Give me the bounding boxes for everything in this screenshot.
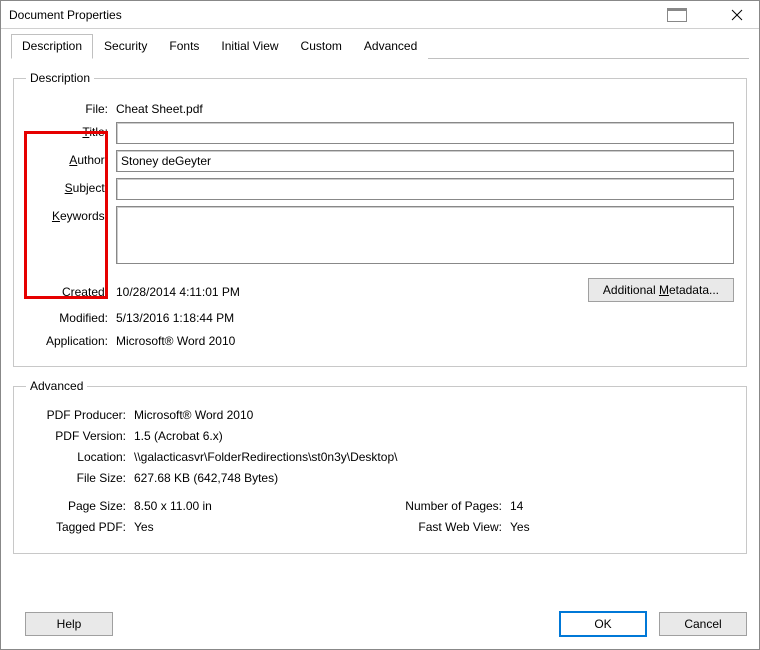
window-title: Document Properties — [9, 8, 665, 22]
tab-security[interactable]: Security — [93, 34, 158, 59]
maximize-icon[interactable] — [667, 8, 687, 22]
fast-web-label: Fast Web View: — [380, 520, 510, 534]
title-input[interactable] — [116, 122, 734, 144]
titlebar: Document Properties — [1, 1, 759, 29]
description-group: Description File: Cheat Sheet.pdf Title:… — [13, 71, 747, 367]
location-value: \\galacticasvr\FolderRedirections\st0n3y… — [134, 450, 397, 464]
tab-custom[interactable]: Custom — [290, 34, 353, 59]
author-label: Author: — [26, 150, 116, 167]
page-size-label: Page Size: — [26, 499, 134, 513]
producer-label: PDF Producer: — [26, 408, 134, 422]
tab-advanced[interactable]: Advanced — [353, 34, 428, 59]
producer-value: Microsoft® Word 2010 — [134, 408, 253, 422]
application-value: Microsoft® Word 2010 — [116, 331, 734, 348]
file-size-value: 627.68 KB (642,748 Bytes) — [134, 471, 278, 485]
application-label: Application: — [26, 331, 116, 348]
close-icon[interactable] — [719, 4, 755, 26]
modified-value: 5/13/2016 1:18:44 PM — [116, 308, 734, 325]
num-pages-value: 14 — [510, 499, 523, 513]
file-value: Cheat Sheet.pdf — [116, 99, 734, 116]
tagged-pdf-value: Yes — [134, 520, 154, 534]
cancel-button[interactable]: Cancel — [659, 612, 747, 636]
modified-label: Modified: — [26, 308, 116, 325]
tab-initial-view[interactable]: Initial View — [210, 34, 289, 59]
fast-web-value: Yes — [510, 520, 530, 534]
pdf-version-label: PDF Version: — [26, 429, 134, 443]
tab-bar: Description Security Fonts Initial View … — [11, 33, 749, 59]
help-button[interactable]: Help — [25, 612, 113, 636]
advanced-group: Advanced PDF Producer:Microsoft® Word 20… — [13, 379, 747, 554]
num-pages-label: Number of Pages: — [380, 499, 510, 513]
advanced-legend: Advanced — [26, 379, 87, 393]
tab-description[interactable]: Description — [11, 34, 93, 59]
created-label: Created: — [26, 282, 116, 299]
button-bar: Help OK Cancel — [1, 603, 759, 649]
pdf-version-value: 1.5 (Acrobat 6.x) — [134, 429, 223, 443]
keywords-label: Keywords: — [26, 206, 116, 223]
tab-body: Description File: Cheat Sheet.pdf Title:… — [1, 59, 759, 603]
created-value: 10/28/2014 4:11:01 PM — [116, 282, 588, 299]
file-size-label: File Size: — [26, 471, 134, 485]
location-label: Location: — [26, 450, 134, 464]
title-label: Title: — [26, 122, 116, 139]
author-input[interactable] — [116, 150, 734, 172]
document-properties-dialog: Document Properties Description Security… — [0, 0, 760, 650]
file-label: File: — [26, 99, 116, 116]
ok-button[interactable]: OK — [559, 611, 647, 637]
page-size-value: 8.50 x 11.00 in — [134, 499, 212, 513]
tagged-pdf-label: Tagged PDF: — [26, 520, 134, 534]
subject-label: Subject: — [26, 178, 116, 195]
additional-metadata-button[interactable]: Additional Metadata... — [588, 278, 734, 302]
tab-fonts[interactable]: Fonts — [158, 34, 210, 59]
keywords-input[interactable] — [116, 206, 734, 264]
description-legend: Description — [26, 71, 94, 85]
subject-input[interactable] — [116, 178, 734, 200]
